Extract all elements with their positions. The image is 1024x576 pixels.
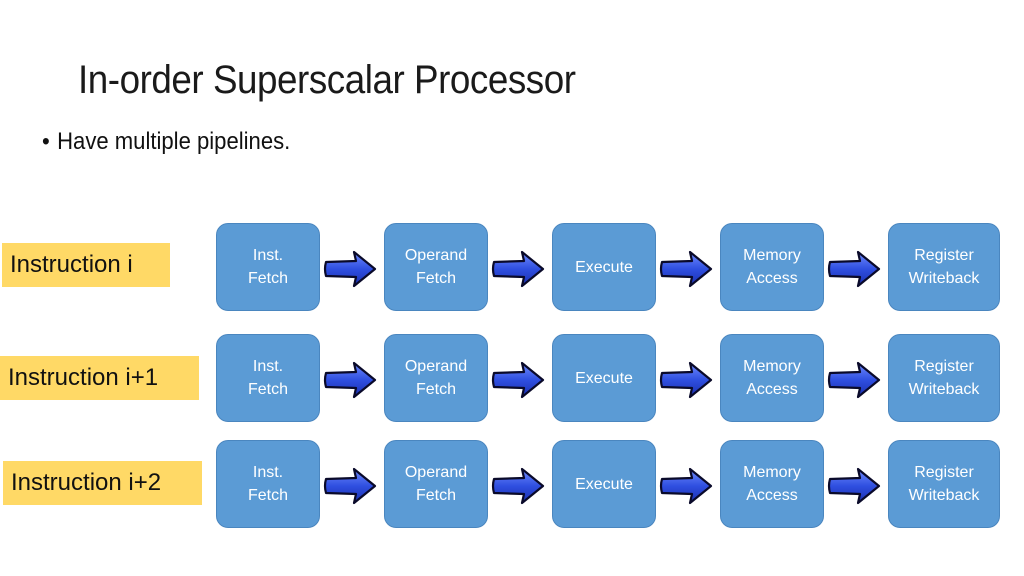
arrow-shape (827, 250, 881, 288)
stage-text: Operand Fetch (404, 247, 468, 287)
stage-register-writeback: Register Writeback (888, 223, 1000, 311)
arrow-icon (323, 361, 377, 399)
arrow-icon (323, 467, 377, 505)
stage-text: Execute (575, 258, 633, 276)
stage-register-writeback: Register Writeback (888, 440, 1000, 528)
bullet-item: • Have multiple pipelines. (42, 128, 290, 156)
arrow-icon (827, 467, 881, 505)
stage-text: Register Writeback (908, 358, 980, 398)
stage-operand-fetch: Operand Fetch (384, 334, 488, 422)
stage-register-writeback: Register Writeback (888, 334, 1000, 422)
arrow-icon (659, 467, 713, 505)
arrow-shape (491, 361, 545, 399)
arrow-shape (659, 250, 713, 288)
stage-text: Register Writeback (908, 464, 980, 504)
stage-memory-access: Memory Access (720, 223, 824, 311)
bullet-text: Have multiple pipelines. (57, 128, 291, 155)
stage-inst-fetch: Inst. Fetch (216, 334, 320, 422)
stage-text: Inst. Fetch (247, 358, 288, 398)
stage-execute: Execute (552, 223, 656, 311)
stage-memory-access: Memory Access (720, 440, 824, 528)
stage-inst-fetch: Inst. Fetch (216, 440, 320, 528)
arrow-shape (827, 361, 881, 399)
row-label-instruction-i-plus-1: Instruction i+1 (0, 356, 199, 400)
stage-operand-fetch: Operand Fetch (384, 440, 488, 528)
arrow-icon (659, 250, 713, 288)
stage-text: Execute (575, 369, 633, 387)
arrow-shape (827, 467, 881, 505)
arrow-icon (491, 467, 545, 505)
arrow-shape (491, 250, 545, 288)
arrow-shape (491, 467, 545, 505)
arrow-icon (491, 250, 545, 288)
stage-text: Operand Fetch (404, 358, 468, 398)
row-label-instruction-i: Instruction i (2, 243, 170, 287)
stage-operand-fetch: Operand Fetch (384, 223, 488, 311)
arrow-shape (323, 467, 377, 505)
arrow-shape (323, 361, 377, 399)
stage-text: Memory Access (743, 247, 801, 287)
arrow-icon (323, 250, 377, 288)
arrow-shape (659, 467, 713, 505)
stage-text: Inst. Fetch (247, 247, 288, 287)
bullet-icon: • (42, 128, 50, 155)
stage-memory-access: Memory Access (720, 334, 824, 422)
stage-inst-fetch: Inst. Fetch (216, 223, 320, 311)
stage-text: Register Writeback (908, 247, 980, 287)
arrow-icon (659, 361, 713, 399)
stage-text: Execute (575, 475, 633, 493)
arrow-icon (827, 361, 881, 399)
arrow-shape (659, 361, 713, 399)
arrow-shape (323, 250, 377, 288)
stage-execute: Execute (552, 440, 656, 528)
row-label-instruction-i-plus-2: Instruction i+2 (3, 461, 202, 505)
stage-text: Memory Access (743, 464, 801, 504)
slide-title: In-order Superscalar Processor (78, 58, 576, 102)
arrow-icon (491, 361, 545, 399)
arrow-icon (827, 250, 881, 288)
stage-text: Inst. Fetch (247, 464, 288, 504)
stage-text: Memory Access (743, 358, 801, 398)
stage-execute: Execute (552, 334, 656, 422)
stage-text: Operand Fetch (404, 464, 468, 504)
